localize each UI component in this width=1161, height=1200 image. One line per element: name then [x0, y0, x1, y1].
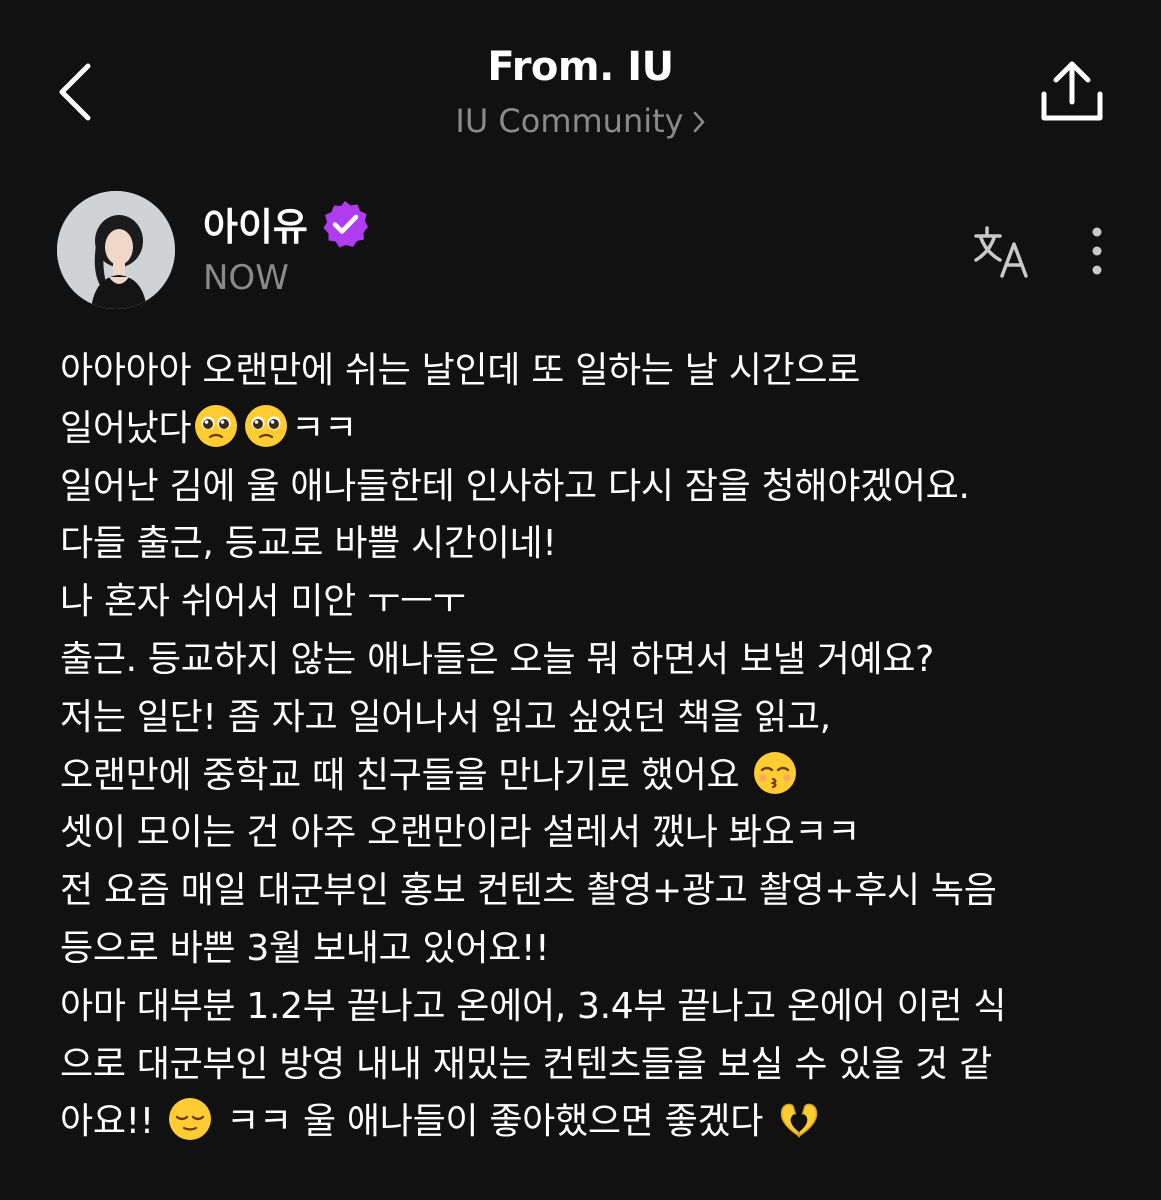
post-text: 일어났다 — [60, 407, 192, 449]
post-line: 출근. 등교하지 않는 애나들은 오늘 뭐 하면서 보낼 거예요? — [60, 631, 1120, 689]
post-line: 으로 대군부인 방영 내내 재밌는 컨텐츠들을 보실 수 있을 것 같 — [60, 1036, 1120, 1094]
post-text: 등으로 바쁜 3월 보내고 있어요!! — [60, 927, 550, 969]
more-vertical-icon — [1092, 227, 1102, 275]
kissing-face-icon — [754, 751, 797, 794]
post-line: 저는 일단! 좀 자고 일어나서 읽고 싶었던 책을 읽고, — [60, 689, 1120, 747]
heart-hands-icon — [781, 1103, 818, 1138]
more-button[interactable] — [1082, 224, 1112, 280]
post-text: 나 혼자 쉬어서 미안 ㅜㅡㅜ — [60, 581, 466, 623]
post-line: 등으로 바쁜 3월 보내고 있어요!! — [60, 920, 1120, 978]
post-text: 다들 출근, 등교로 바쁠 시간이네! — [60, 523, 557, 565]
post-text: ㅋㅋ — [291, 407, 357, 449]
page-title: From. IU — [487, 44, 674, 90]
post-text: 셋이 모이는 건 아주 오랜만이라 설레서 깼나 봐요ㅋㅋ — [60, 812, 861, 854]
author-name[interactable]: 아이유 — [203, 196, 308, 251]
community-link[interactable]: IU Community — [0, 102, 1161, 142]
post-line: 일어났다🥹 🥹 ㅋㅋ — [60, 400, 1120, 458]
top-bar: From. IU IU Community — [0, 0, 1161, 170]
chevron-right-icon — [692, 104, 706, 142]
post-line: 아요!! 😌 ㅋㅋ 울 애나들이 좋아했으면 좋겠다 🫶 — [60, 1093, 1120, 1151]
post-line: 나 혼자 쉬어서 미안 ㅜㅡㅜ — [60, 573, 1120, 631]
post-text: 아마 대부분 1.2부 끝나고 온에어, 3.4부 끝나고 온에어 이런 식 — [60, 985, 1007, 1027]
avatar[interactable] — [57, 191, 175, 309]
translate-button[interactable] — [972, 224, 1034, 280]
translate-icon — [974, 226, 1028, 278]
post-text: 아요!! — [60, 1101, 166, 1143]
post-text: 출근. 등교하지 않는 애나들은 오늘 뭐 하면서 보낼 거예요? — [60, 638, 934, 680]
post-text: 아아아아 오랜만에 쉬는 날인데 또 일하는 날 시간으로 — [60, 350, 861, 391]
post-text: 일어난 김에 울 애나들한테 인사하고 다시 잠을 청해야겠어요. — [60, 465, 970, 507]
post-text: 으로 대군부인 방영 내내 재밌는 컨텐츠들을 보실 수 있을 것 같 — [60, 1043, 992, 1085]
post-body: 아아아아 오랜만에 쉬는 날인데 또 일하는 날 시간으로 일어났다🥹 🥹 ㅋㅋ… — [60, 342, 1120, 1151]
author-row: 아이유 — [203, 196, 370, 251]
verified-badge-icon — [323, 200, 368, 247]
share-button[interactable] — [1036, 58, 1108, 124]
post-line: 아마 대부분 1.2부 끝나고 온에어, 3.4부 끝나고 온에어 이런 식 — [60, 978, 1120, 1036]
post-line: 오랜만에 중학교 때 친구들을 만나기로 했어요 😚 — [60, 747, 1120, 805]
post-line: 일어난 김에 울 애나들한테 인사하고 다시 잠을 청해야겠어요. — [60, 458, 1120, 516]
share-icon — [1041, 61, 1103, 121]
post-text: 오랜만에 중학교 때 친구들을 만나기로 했어요 — [60, 754, 751, 796]
pleading-face-icon — [245, 404, 288, 447]
post-line: 아아아아 오랜만에 쉬는 날인데 또 일하는 날 시간으로 — [60, 342, 1120, 400]
post-text: 저는 일단! 좀 자고 일어나서 읽고 싶었던 책을 읽고, — [60, 696, 831, 738]
post-line: 전 요즘 매일 대군부인 홍보 컨텐츠 촬영+광고 촬영+후시 녹음 — [60, 862, 1120, 920]
post-text: 전 요즘 매일 대군부인 홍보 컨텐츠 촬영+광고 촬영+후시 녹음 — [60, 870, 997, 912]
community-name: IU Community — [455, 102, 684, 140]
relieved-face-icon — [169, 1098, 212, 1141]
post-line: 다들 출근, 등교로 바쁠 시간이네! — [60, 515, 1120, 573]
post-text: ㅋㅋ 울 애나들이 좋아했으면 좋겠다 — [215, 1101, 775, 1143]
pleading-face-icon — [195, 404, 238, 447]
post-line: 셋이 모이는 건 아주 오랜만이라 설레서 깼나 봐요ㅋㅋ — [60, 804, 1120, 862]
post-time: NOW — [203, 258, 289, 298]
